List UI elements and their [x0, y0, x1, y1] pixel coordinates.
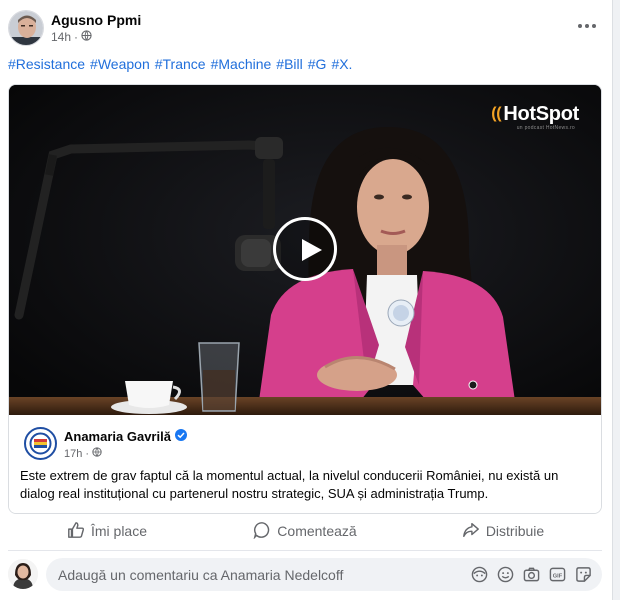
comment-label: Comentează	[277, 523, 357, 539]
camera-icon[interactable]	[522, 565, 540, 583]
shared-post-info: Anamaria Gavrilă 17h · Este extrem de gr…	[9, 415, 601, 513]
share-icon	[462, 521, 480, 542]
play-button[interactable]	[273, 217, 337, 281]
hashtag-link[interactable]: #Resistance	[8, 56, 85, 72]
shared-time[interactable]: 17h	[64, 448, 82, 460]
sticker-icon[interactable]	[574, 565, 592, 583]
svg-text:GIF: GIF	[552, 573, 562, 579]
comment-button[interactable]: Comentează	[206, 516, 404, 546]
share-button[interactable]: Distribuie	[404, 516, 602, 546]
shared-post-text: Este extrem de grav faptul că la momentu…	[20, 468, 559, 501]
post-meta: 14h ·	[51, 30, 92, 44]
shared-post: (( HotSpot un podcast HotNews.ro Anamari…	[8, 84, 602, 514]
more-icon[interactable]	[575, 16, 599, 36]
page-avatar[interactable]	[24, 427, 57, 460]
author-avatar[interactable]	[8, 10, 44, 46]
emoji-icon[interactable]	[496, 565, 514, 583]
share-label: Distribuie	[485, 523, 545, 539]
gif-icon[interactable]: GIF	[548, 565, 566, 583]
hashtag-link[interactable]: #Machine	[211, 56, 272, 72]
hotspot-logo: (( HotSpot	[491, 103, 579, 126]
comment-icon	[253, 521, 271, 542]
hashtag-link[interactable]: #Weapon	[90, 56, 150, 72]
action-bar: Îmi place Comentează Distribuie	[8, 516, 602, 546]
page-name[interactable]: Anamaria Gavrilă	[64, 429, 171, 444]
hashtag-link[interactable]: #Trance	[155, 56, 206, 72]
comment-composer: GIF	[8, 558, 602, 592]
video-player[interactable]: (( HotSpot un podcast HotNews.ro	[9, 85, 601, 415]
hashtag-link[interactable]: #Bill	[276, 56, 302, 72]
hashtag-link[interactable]: #G	[308, 56, 327, 72]
globe-icon	[92, 447, 102, 460]
logo-subtitle: un podcast HotNews.ro	[516, 125, 575, 131]
play-icon	[302, 239, 322, 261]
shared-meta: 17h ·	[64, 447, 102, 460]
avatar-sticker-icon[interactable]	[470, 565, 488, 583]
post-time[interactable]: 14h	[51, 30, 71, 44]
hashtag-link[interactable]: #X.	[331, 56, 352, 72]
logo-waves: ((	[491, 105, 502, 122]
current-user-avatar[interactable]	[8, 559, 38, 589]
author-name[interactable]: Agusno Ppmi	[51, 12, 141, 28]
like-button[interactable]: Îmi place	[8, 516, 206, 546]
globe-icon	[81, 30, 92, 44]
page-name-row: Anamaria Gavrilă	[64, 429, 187, 444]
logo-text: HotSpot	[503, 103, 579, 125]
composer-icons: GIF	[470, 565, 592, 583]
post-header: Agusno Ppmi 14h ·	[8, 10, 603, 50]
post-card: Agusno Ppmi 14h · #Resistance #Weapon #T…	[0, 0, 613, 600]
divider	[8, 550, 602, 551]
like-label: Îmi place	[90, 523, 148, 539]
hashtag-list: #Resistance #Weapon #Trance #Machine #Bi…	[8, 56, 352, 72]
like-icon	[67, 521, 85, 542]
verified-icon	[174, 429, 187, 444]
